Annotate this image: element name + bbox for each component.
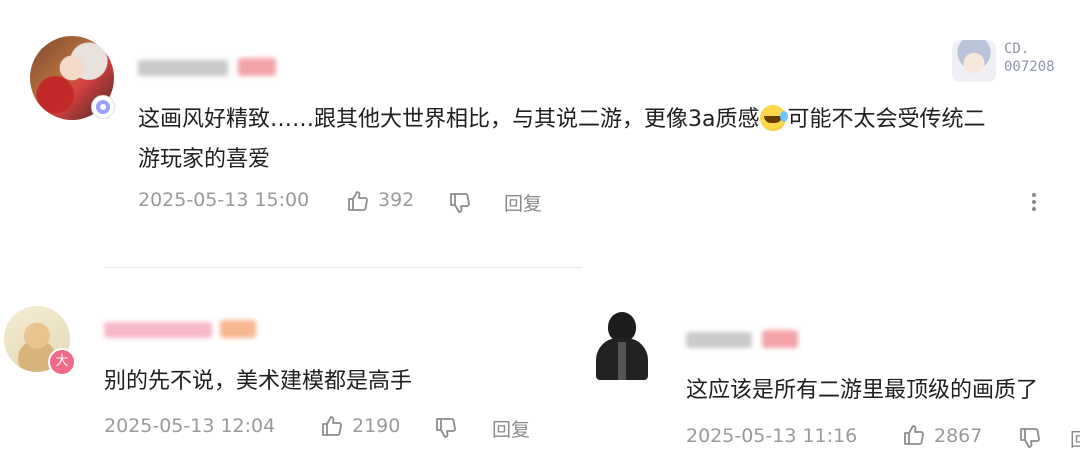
username[interactable]: [686, 330, 806, 352]
comment-time: 2025-05-13 11:16: [686, 425, 858, 447]
username[interactable]: [138, 58, 278, 80]
like-count: 2190: [352, 415, 401, 437]
username[interactable]: [104, 320, 264, 342]
reply-button[interactable]: 回复: [492, 415, 530, 442]
thumbs-down-icon[interactable]: [434, 416, 458, 440]
thumbs-down-icon[interactable]: [1018, 426, 1042, 450]
like-count: 392: [378, 189, 415, 211]
sticker-label: CD. 007208: [1004, 41, 1055, 75]
comment-time: 2025-05-13 15:00: [138, 189, 310, 211]
thumbs-up-icon[interactable]: [320, 414, 344, 438]
thumbs-down-icon[interactable]: [448, 191, 472, 215]
more-vertical-icon[interactable]: [1031, 191, 1037, 213]
laughing-emoji-icon: [760, 105, 789, 131]
comment-text: 这应该是所有二游里最顶级的画质了: [686, 378, 1039, 403]
comment-time: 2025-05-13 12:04: [104, 415, 276, 437]
sticker-avatar-icon: [952, 40, 996, 82]
comment-text: 这画风好精致……跟其他大世界相比，与其说二游，更像3a质感 可能不太会受传统二: [138, 105, 986, 132]
reply-button[interactable]: 回复: [504, 189, 542, 216]
level-badge: 大: [48, 348, 76, 376]
avatar[interactable]: [596, 312, 648, 380]
verified-badge-icon: [92, 96, 114, 118]
comment-text: 别的先不说，美术建模都是高手: [104, 369, 413, 394]
reply-button-partial[interactable]: 回: [1070, 425, 1080, 452]
comment-text-line2: 游玩家的喜爱: [138, 147, 271, 172]
thumbs-up-icon[interactable]: [346, 189, 370, 213]
like-count: 2867: [934, 425, 983, 447]
comment-divider: [104, 267, 582, 268]
thumbs-up-icon[interactable]: [902, 423, 926, 447]
